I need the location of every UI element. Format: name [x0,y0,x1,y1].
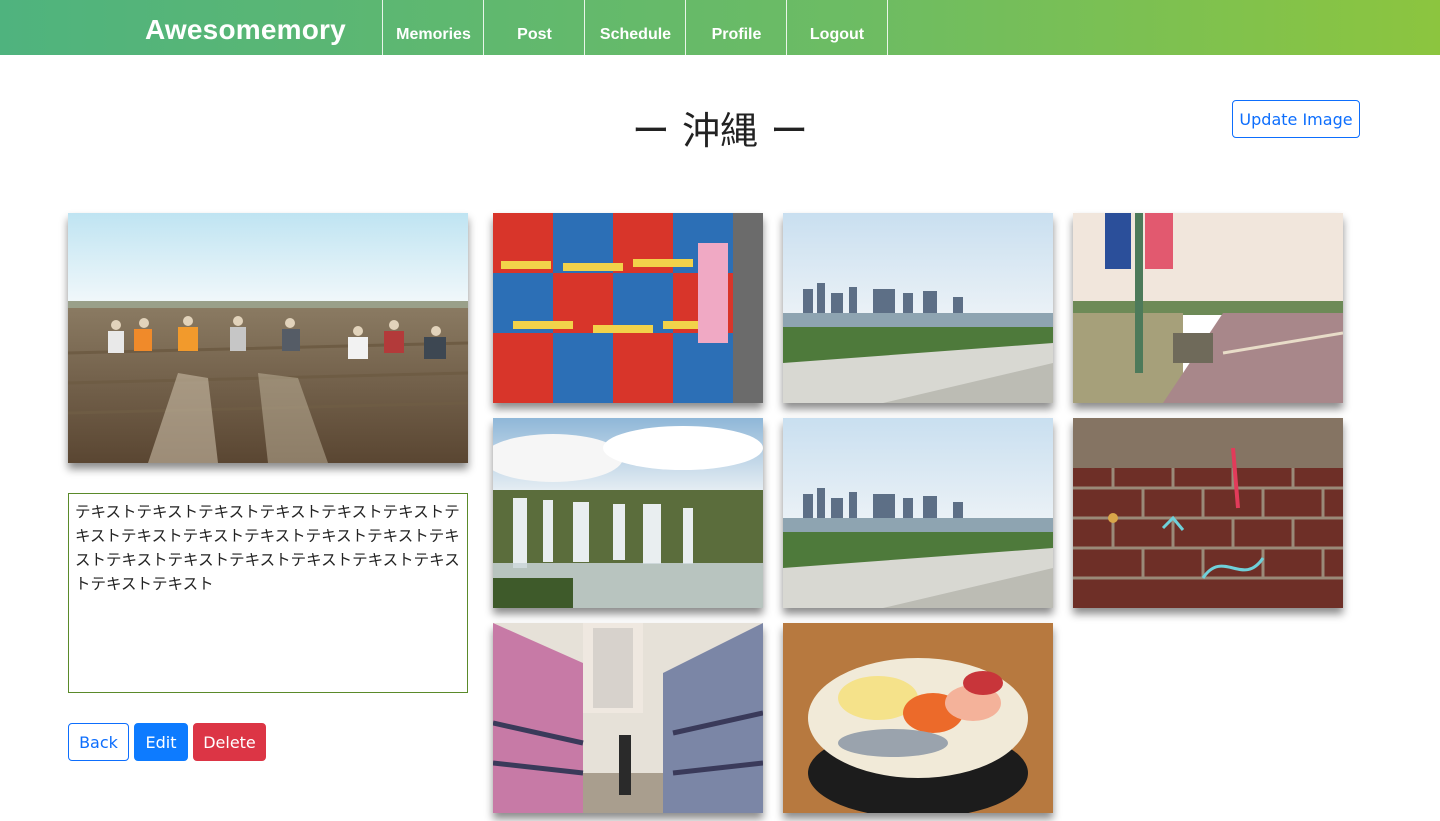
waterfall-photo[interactable] [493,418,763,608]
nav-logout[interactable]: Logout [786,0,888,55]
update-image-button[interactable]: Update Image [1232,100,1360,138]
brand-logo[interactable]: Awesomemory [145,14,346,46]
nav-schedule[interactable]: Schedule [584,0,686,55]
city-river-photo-2[interactable] [783,418,1053,608]
delete-button[interactable]: Delete [193,723,266,761]
road-sign-photo[interactable] [1073,213,1343,403]
graffiti-alley-photo[interactable] [493,623,763,813]
seafood-bowl-photo[interactable] [783,623,1053,813]
main-field-photo[interactable] [68,213,468,463]
brick-wall-gum-photo[interactable] [1073,418,1343,608]
top-navbar: Awesomemory Memories Post Schedule Profi… [0,0,1440,55]
edit-button[interactable]: Edit [134,723,188,761]
street-art-posters-photo[interactable] [493,213,763,403]
memo-textarea[interactable]: テキストテキストテキストテキストテキストテキストテキストテキストテキストテキスト… [68,493,468,693]
city-river-photo[interactable] [783,213,1053,403]
page-title: ー 沖縄 ー [631,109,809,153]
back-button[interactable]: Back [68,723,129,761]
nav-memories[interactable]: Memories [382,0,484,55]
nav-profile[interactable]: Profile [685,0,787,55]
nav-post[interactable]: Post [483,0,585,55]
